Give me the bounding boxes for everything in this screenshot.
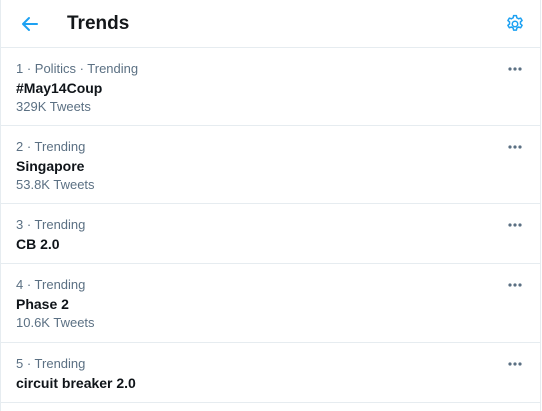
- settings-button[interactable]: [500, 9, 530, 39]
- trend-name: Phase 2: [16, 296, 69, 312]
- trend-tweet-count: 53.8K Tweets: [16, 177, 95, 192]
- trend-item[interactable]: 2 · Trending Singapore 53.8K Tweets: [1, 126, 540, 204]
- more-dots-icon: [508, 223, 522, 227]
- more-dots-icon: [508, 67, 522, 71]
- trends-panel: Trends 1 · Politics · Trending #May14Cou…: [0, 0, 541, 411]
- arrow-left-icon: [21, 16, 39, 32]
- trend-item[interactable]: 4 · Trending Phase 2 10.6K Tweets: [1, 264, 540, 343]
- more-button[interactable]: [502, 134, 528, 160]
- more-button[interactable]: [502, 212, 528, 238]
- back-button[interactable]: [15, 9, 45, 39]
- trend-item[interactable]: 3 · Trending CB 2.0: [1, 204, 540, 264]
- more-button[interactable]: [502, 56, 528, 82]
- more-button[interactable]: [502, 351, 528, 377]
- trend-name: Singapore: [16, 158, 85, 174]
- trend-meta: 4 · Trending: [16, 277, 86, 292]
- header: Trends: [1, 0, 540, 48]
- trend-meta: 1 · Politics · Trending: [16, 61, 139, 76]
- trend-tweet-count: 329K Tweets: [16, 99, 91, 114]
- trend-item[interactable]: 5 · Trending circuit breaker 2.0: [1, 343, 540, 403]
- trend-name: circuit breaker 2.0: [16, 375, 136, 391]
- trend-tweet-count: 10.6K Tweets: [16, 315, 95, 330]
- trends-list: 1 · Politics · Trending #May14Coup 329K …: [1, 48, 540, 403]
- trend-name: #May14Coup: [16, 80, 103, 96]
- trend-meta: 5 · Trending: [16, 356, 86, 371]
- more-dots-icon: [508, 145, 522, 149]
- trend-meta: 3 · Trending: [16, 217, 86, 232]
- trend-item[interactable]: 1 · Politics · Trending #May14Coup 329K …: [1, 48, 540, 126]
- trend-name: CB 2.0: [16, 236, 60, 252]
- trend-meta: 2 · Trending: [16, 139, 86, 154]
- gear-icon: [505, 14, 525, 34]
- more-button[interactable]: [502, 272, 528, 298]
- more-dots-icon: [508, 362, 522, 366]
- page-title: Trends: [67, 13, 130, 34]
- more-dots-icon: [508, 283, 522, 287]
